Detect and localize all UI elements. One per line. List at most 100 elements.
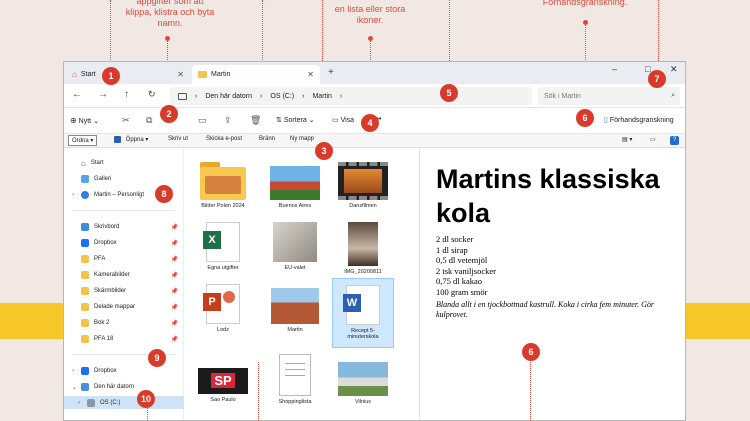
up-arrow-icon[interactable]: ↑ [124,89,129,100]
cut-icon[interactable]: ✂ [122,115,130,126]
file-item-powerpoint[interactable]: P Lodz [192,284,254,333]
breadcrumb[interactable]: › Den här datorn › OS (C:) › Martin › [170,87,532,105]
print-menu[interactable]: Skriv ut [168,136,188,142]
tab-martin[interactable]: Martin ✕ [192,65,320,84]
leader-line [530,360,531,421]
close-window-button[interactable]: ✕ [670,64,678,75]
search-input[interactable]: Sök i Martin ⌕ [538,87,680,105]
folder-icon [198,71,207,78]
new-tab-icon[interactable]: + [328,67,334,78]
sidebar-item-shared[interactable]: Delade mappar 📌 [72,300,184,314]
sidebar-item-pfa18[interactable]: PFA 18 📌 [72,332,184,346]
burn-menu[interactable]: Bränn [259,136,275,142]
sidebar-item-dropbox-root[interactable]: › Dropbox [72,364,117,378]
pin-icon[interactable]: 📌 [171,336,178,343]
file-name: Bilder Polen 2024 [201,203,245,209]
sidebar-item-label: Galleri [94,176,112,182]
thumbnail-text: SP [211,373,235,388]
sidebar-item-label: Dropbox [94,240,117,246]
pin-icon[interactable]: 📌 [171,240,178,247]
video-thumbnail [338,162,388,200]
open-label: Öppna ▾ [125,137,149,144]
sidebar-item-gallery[interactable]: Galleri [72,172,111,186]
breadcrumb-item[interactable]: Den här datorn [205,93,252,100]
pin-icon[interactable]: 📌 [171,256,178,263]
callout-badge-3: 3 [315,142,333,160]
sidebar-item-martin-personal[interactable]: › Martin – Personligt [72,188,144,202]
new-label: Nytt [78,118,92,125]
rename-icon[interactable]: ▭ [198,115,207,126]
new-folder-menu[interactable]: Ny mapp [290,136,314,142]
close-tab-icon[interactable]: ✕ [307,70,314,79]
sidebar-item-label: Skärmbilder [94,288,127,294]
monitor-icon [178,92,187,100]
breadcrumb-item[interactable]: Martin [312,93,331,100]
share-icon[interactable]: ⇪ [224,115,232,126]
desktop-icon [81,223,89,231]
email-menu[interactable]: Skicka e-post [206,136,242,142]
organize-menu[interactable]: Ordna ▾ [68,135,98,146]
file-item-video[interactable]: Dansfilmen [332,162,394,209]
file-item-image[interactable]: IMG_20200811 [332,222,394,275]
sidebar-item-pfa[interactable]: PFA 📌 [72,252,184,266]
sidebar-item-camera[interactable]: Kamerabilder 📌 [72,268,184,282]
file-name: EU-valet [284,265,306,271]
chevron-right-icon[interactable]: › [78,400,84,406]
open-menu[interactable]: Öppna ▾ [114,136,148,143]
leader-dot [165,36,170,41]
pin-icon[interactable]: 📌 [171,224,178,231]
copy-icon[interactable]: ⧉ [146,115,152,126]
help-icon[interactable]: ? [670,136,679,145]
pin-icon[interactable]: 📌 [171,272,178,279]
file-item-image[interactable]: Vilnius [332,354,394,405]
tab-label: Martin [211,71,231,78]
file-item-text[interactable]: Shoppinglista [264,354,326,405]
back-arrow-icon[interactable]: ← [72,89,82,100]
tab-start[interactable]: ⌂ Start ✕ [66,65,190,84]
minimize-button[interactable]: – [612,64,617,74]
folder-icon [81,255,89,263]
forward-arrow-icon[interactable]: → [98,89,108,100]
file-item-image[interactable]: EU-valet [264,222,326,271]
text-file-icon [279,354,311,396]
sidebar-item-start[interactable]: ⌂ Start [72,156,104,170]
close-tab-icon[interactable]: ✕ [177,70,184,79]
sidebar-item-dropbox[interactable]: Dropbox 📌 [72,236,184,250]
sidebar-item-label: Den här datorn [94,384,135,390]
chevron-right-icon[interactable]: › [72,192,78,198]
preview-label: Förhandsgranskning [609,117,674,124]
file-item-folder[interactable]: Bilder Polen 2024 [192,162,254,209]
view-button[interactable]: ▭ Visa [332,116,354,124]
sidebar-item-this-pc[interactable]: ⌄ Den här datorn [72,380,134,394]
sidebar-item-bok2[interactable]: Bok 2 📌 [72,316,184,330]
file-item-image[interactable]: SP Sao Paulo [192,354,254,403]
delete-icon[interactable]: 🗑 [250,115,261,126]
tab-bar: ⌂ Start ✕ Martin ✕ + – □ ✕ [64,62,685,84]
folder-icon [81,271,89,279]
breadcrumb-item[interactable]: OS (C:) [270,93,294,100]
file-item-word-selected[interactable]: W Recept 5-minuterskola [332,278,394,348]
preview-toggle-icon[interactable]: ▭ [650,136,656,143]
pin-icon[interactable]: 📌 [171,304,178,311]
refresh-icon[interactable]: ↻ [148,89,156,100]
sidebar-item-screenshots[interactable]: Skärmbilder 📌 [72,284,184,298]
photo-thumbnail [273,222,317,262]
pin-icon[interactable]: 📌 [171,288,178,295]
sort-button[interactable]: ⇅ Sortera ⌄ [276,116,315,124]
sidebar-item-desktop[interactable]: Skrivbord 📌 [72,220,184,234]
file-item-excel[interactable]: X Egna utgifter [192,222,254,271]
sidebar-item-os-c[interactable]: › OS (C:) [78,396,120,409]
chevron-right-icon[interactable]: › [72,368,78,374]
word-file-icon: W [343,285,380,325]
preview-pane-button[interactable]: ▯ Förhandsgranskning [604,116,674,124]
new-button[interactable]: ⊕ Nytt ⌄ [70,116,99,125]
file-item-image[interactable]: Buenos Aires [264,162,326,209]
chevron-down-icon[interactable]: ⌄ [72,384,78,391]
folder-icon [81,287,89,295]
view-options-icon[interactable]: ▤ ▾ [622,136,632,143]
file-item-image[interactable]: Martin [264,284,326,333]
ingredient-line: 1 dl sirap [436,244,468,255]
pin-icon[interactable]: 📌 [171,320,178,327]
file-name: Egna utgifter [207,265,239,271]
folder-icon [81,319,89,327]
